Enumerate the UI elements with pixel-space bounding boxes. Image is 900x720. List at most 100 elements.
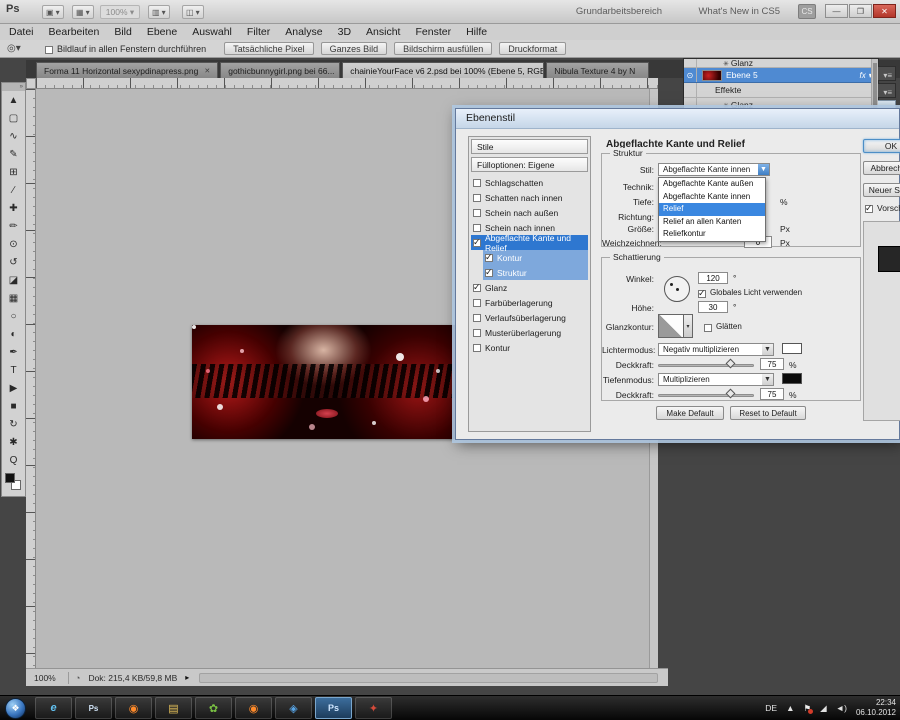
layer-style-option[interactable]: Abgeflachte Kante und Relief [471,235,588,250]
document-image[interactable] [192,325,455,439]
global-light-checkbox[interactable]: Globales Licht verwenden [698,288,802,297]
lichtermodus-dropdown[interactable]: Negativ multiplizieren ▼ [658,343,774,356]
slider-knob[interactable] [726,359,736,369]
new-style-button[interactable]: Neuer Stil... [863,183,900,197]
style-checkbox[interactable] [473,284,481,292]
document-tab[interactable]: Forma 11 Horizontal sexypdinapress.png✕ [36,62,218,78]
quick-selection-tool-icon[interactable]: ✎ [2,145,25,163]
layer-row[interactable]: ⊙ ◑ Glanz fx ▾ [684,59,878,68]
panel-menu-icon[interactable]: ▾≡ [883,71,892,80]
reset-default-button[interactable]: Reset to Default [730,406,806,420]
dropdown-option[interactable]: Abgeflachte Kante außen [659,178,765,191]
layer-style-option[interactable]: Musterüberlagerung [471,325,588,340]
shadow-color-swatch[interactable] [782,373,802,384]
scroll-tool-icon[interactable]: ◎▾ [7,43,31,54]
tools-panel-collapse[interactable]: » [2,83,25,91]
gloss-contour-arrow-icon[interactable]: ▾ [684,314,693,338]
status-menu-arrow-icon[interactable]: ▸ [185,673,189,682]
style-checkbox[interactable] [473,299,481,307]
options-button[interactable]: Druckformat [499,42,566,55]
make-default-button[interactable]: Make Default [656,406,724,420]
blur-tool-icon[interactable]: ○ [2,307,25,325]
history-brush-tool-icon[interactable]: ↺ [2,253,25,271]
styles-header[interactable]: Stile [471,139,588,154]
gloss-contour-thumbnail[interactable] [658,314,684,338]
cancel-button[interactable]: Abbrechen [863,161,900,175]
document-tab[interactable]: chainieYourFace v6 2.psd bei 100% (Ebene… [342,62,544,78]
layer-style-option[interactable]: Verlaufsüberlagerung [471,310,588,325]
visibility-toggle[interactable]: ⊙ [684,68,697,82]
horizontal-scrollbar[interactable] [199,673,658,683]
style-checkbox[interactable] [473,194,481,202]
deckkraft-lichter-slider[interactable] [658,364,754,367]
photoshop-icon[interactable]: Ps [315,697,352,719]
document-tab[interactable]: gothicbunnygirl.png bei 66...✕ [220,62,340,78]
dialog-titlebar[interactable]: Ebenenstil [456,109,899,129]
start-button[interactable]: ❖ [5,698,26,719]
eyedropper-tool-icon[interactable]: ∕ [2,181,25,199]
icq-icon[interactable]: ✿ [195,697,232,719]
internet-explorer-icon[interactable]: e [35,697,72,719]
hoehe-field[interactable]: 30 [698,301,728,313]
menu-item[interactable]: Ebene [147,26,177,38]
chevron-down-icon[interactable]: ▼ [758,164,769,175]
layer-row[interactable]: ⊙ ◑ Ebene 5 fx ▾ [684,68,878,83]
menu-item[interactable]: Analyse [285,26,322,38]
visibility-toggle[interactable]: ⊙ [684,83,697,97]
dodge-tool-icon[interactable]: ◐ [2,325,25,343]
network-icon[interactable]: ◢ [820,703,827,714]
layer-row[interactable]: ⊙ ◑ Effekte fx ▾ [684,83,878,98]
dropdown-option[interactable]: Relief an allen Kanten [659,216,765,229]
firefox-icon-2[interactable]: ◉ [235,697,272,719]
foreground-color-swatch[interactable] [5,473,15,483]
cs-live-icon[interactable]: CS [798,4,816,19]
blue-app-icon[interactable]: ◈ [275,697,312,719]
winkel-field[interactable]: 120 [698,272,728,284]
hand-tool-icon[interactable]: ✱ [2,433,25,451]
menu-item[interactable]: Hilfe [466,26,487,38]
blending-options-item[interactable]: Fülloptionen: Eigene [471,157,588,172]
zoom-level-dropdown[interactable]: 100% ▾ [100,5,140,19]
folder-icon[interactable]: ▤ [155,697,192,719]
volume-icon[interactable]: ◄) [836,703,847,713]
panel-menu-icon[interactable]: ▾≡ [883,88,892,97]
scroll-all-windows-checkbox[interactable]: Bildlauf in allen Fenstern durchführen [45,44,206,54]
crop-tool-icon[interactable]: ⊞ [2,163,25,181]
glaetten-checkbox[interactable]: Glätten [704,322,742,331]
chevron-down-icon[interactable]: ▼ [762,374,773,385]
workspace-switcher[interactable]: Grundarbeitsbereich [576,6,662,17]
brush-tool-icon[interactable]: ✏ [2,217,25,235]
layer-style-option[interactable]: Struktur [483,265,588,280]
style-checkbox[interactable] [473,329,481,337]
menu-item[interactable]: Filter [247,26,270,38]
dropdown-option[interactable]: Abgeflachte Kante innen [659,191,765,204]
taskbar-clock[interactable]: 22:34 06.10.2012 [856,698,896,718]
whats-new-link[interactable]: What's New in CS5 [698,6,780,17]
dropdown-option[interactable]: Relief [659,203,765,216]
visibility-toggle[interactable]: ⊙ [684,59,697,67]
red-app-icon[interactable]: ✦ [355,697,392,719]
highlight-color-swatch[interactable] [782,343,802,354]
pen-tool-icon[interactable]: ✒ [2,343,25,361]
angle-dial[interactable] [664,276,690,302]
gradient-tool-icon[interactable]: ▦ [2,289,25,307]
zoom-tool-icon[interactable]: Q [2,451,25,469]
dropdown-option[interactable]: Reliefkontur [659,228,765,241]
firefox-icon[interactable]: ◉ [115,697,152,719]
hand-group-icon[interactable]: ▦▾ [72,5,94,19]
tray-expand-icon[interactable]: ▲ [786,703,794,713]
options-button[interactable]: Tatsächliche Pixel [224,42,314,55]
lasso-tool-icon[interactable]: ∿ [2,127,25,145]
menu-item[interactable]: Fenster [415,26,451,38]
document-tab[interactable]: Nibula Texture 4 by N [546,62,649,78]
style-checkbox[interactable] [473,179,481,187]
menu-item[interactable]: 3D [338,26,351,38]
options-button[interactable]: Ganzes Bild [321,42,388,55]
restore-button[interactable]: ❐ [849,4,872,18]
ok-button[interactable]: OK [863,139,900,153]
layer-style-option[interactable]: Farbüberlagerung [471,295,588,310]
layer-style-option[interactable]: Schein nach außen [471,205,588,220]
style-checkbox[interactable] [473,224,481,232]
clone-stamp-tool-icon[interactable]: ⊙ [2,235,25,253]
deckkraft-lichter-field[interactable]: 75 [760,358,784,370]
